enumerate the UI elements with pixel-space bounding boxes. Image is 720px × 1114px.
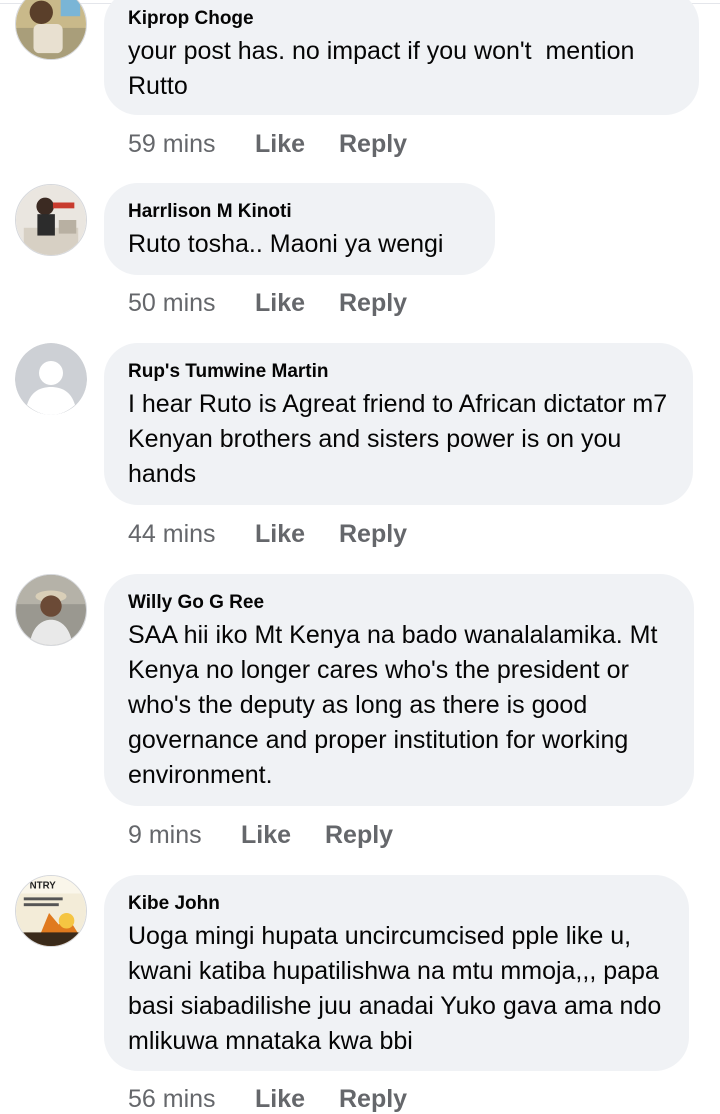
comment-text: SAA hii iko Mt Kenya na bado wanalalamik… xyxy=(128,621,665,789)
comment-text: Uoga mingi hupata uncircumcised pple lik… xyxy=(128,922,669,1055)
comment-timestamp[interactable]: 9 mins xyxy=(128,820,241,850)
comment-bubble: Harrlison M Kinoti Ruto tosha.. Maoni ya… xyxy=(104,183,495,275)
comment-bubble: Kibe John Uoga mingi hupata uncircumcise… xyxy=(104,875,689,1071)
comment-actions: 50 mins Like Reply xyxy=(128,288,407,318)
reply-button[interactable]: Reply xyxy=(339,288,407,318)
comment-text: I hear Ruto is Agreat friend to African … xyxy=(128,390,675,488)
reply-button[interactable]: Reply xyxy=(339,129,407,159)
like-button[interactable]: Like xyxy=(255,1084,339,1114)
comment-timestamp[interactable]: 59 mins xyxy=(128,129,255,159)
comment-timestamp[interactable]: 56 mins xyxy=(128,1084,255,1114)
like-button[interactable]: Like xyxy=(255,288,339,318)
like-button[interactable]: Like xyxy=(255,129,339,159)
avatar[interactable]: NTRY xyxy=(15,875,87,947)
comment-text: your post has. no impact if you won't me… xyxy=(128,37,642,100)
reply-button[interactable]: Reply xyxy=(325,820,393,850)
comment-timestamp[interactable]: 44 mins xyxy=(128,519,255,549)
avatar[interactable] xyxy=(15,574,87,646)
comment-author[interactable]: Kiprop Choge xyxy=(128,8,675,30)
comment-author[interactable]: Harrlison M Kinoti xyxy=(128,201,471,223)
avatar[interactable] xyxy=(15,0,87,60)
like-button[interactable]: Like xyxy=(241,820,325,850)
comment-timestamp[interactable]: 50 mins xyxy=(128,288,255,318)
avatar[interactable] xyxy=(15,184,87,256)
comment-actions: 59 mins Like Reply xyxy=(128,129,407,159)
profile-photo-icon: NTRY xyxy=(16,876,86,946)
comment-bubble: Kiprop Choge your post has. no impact if… xyxy=(104,0,699,115)
comment-bubble: Willy Go G Ree SAA hii iko Mt Kenya na b… xyxy=(104,574,694,806)
avatar-art-text: NTRY xyxy=(30,881,57,892)
comment-actions: 9 mins Like Reply xyxy=(128,820,393,850)
comment-text: Ruto tosha.. Maoni ya wengi xyxy=(128,230,444,258)
default-avatar-icon xyxy=(15,343,87,415)
comment-author[interactable]: Kibe John xyxy=(128,893,665,915)
comment-author[interactable]: Rup's Tumwine Martin xyxy=(128,361,669,383)
reply-button[interactable]: Reply xyxy=(339,519,407,549)
comment-bubble: Rup's Tumwine Martin I hear Ruto is Agre… xyxy=(104,343,693,505)
comment-actions: 56 mins Like Reply xyxy=(128,1084,407,1114)
reply-button[interactable]: Reply xyxy=(339,1084,407,1114)
profile-photo-icon xyxy=(16,0,86,59)
comment-author[interactable]: Willy Go G Ree xyxy=(128,592,670,614)
profile-photo-icon xyxy=(16,185,86,255)
avatar[interactable] xyxy=(15,343,87,415)
profile-photo-icon xyxy=(16,575,86,645)
like-button[interactable]: Like xyxy=(255,519,339,549)
comment-actions: 44 mins Like Reply xyxy=(128,519,407,549)
